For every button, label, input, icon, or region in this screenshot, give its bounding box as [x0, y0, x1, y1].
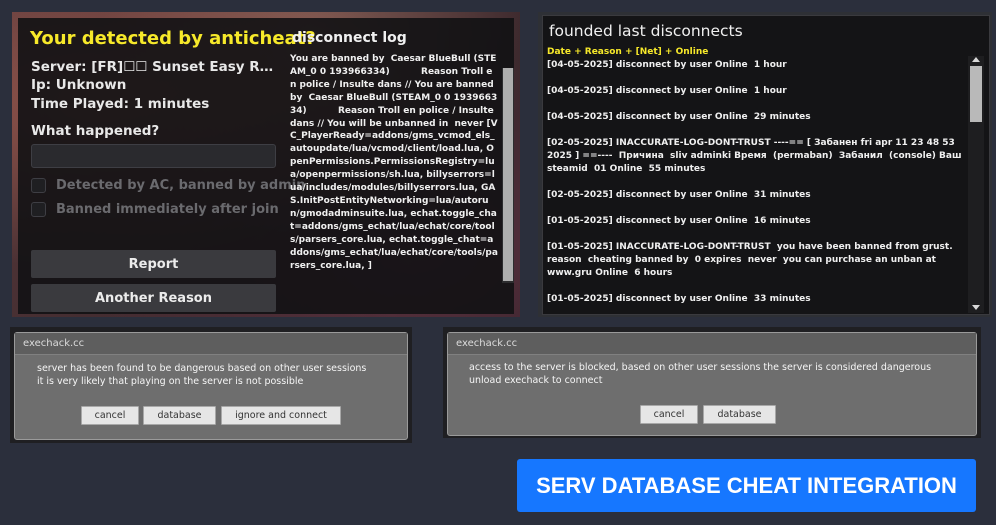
disconnect-log-text: You are banned by Caesar BlueBull (STEAM… — [290, 54, 498, 271]
dialog-left-message: server has been found to be dangerous ba… — [37, 363, 367, 387]
option-banned-label: Banned immediately after join — [56, 202, 279, 217]
disconnects-scroll-thumb[interactable] — [970, 66, 982, 122]
time-played-info: Time Played: 1 minutes — [31, 96, 210, 112]
dialog-left: exechack.cc server has been found to be … — [14, 332, 408, 440]
disconnect-log-scrollbar[interactable] — [502, 68, 514, 283]
ip-info: Ip: Unknown — [31, 77, 127, 93]
detection-overlay: Your detected by anticheat? Server: [FR]… — [18, 18, 514, 314]
option-detected-row[interactable]: Detected by AC, banned by admin — [31, 178, 305, 193]
dialog-left-frame: exechack.cc server has been found to be … — [10, 327, 412, 443]
serv-database-cheat-integration-button[interactable]: SERV DATABASE CHEAT INTEGRATION — [517, 459, 976, 512]
report-button[interactable]: Report — [31, 250, 276, 278]
another-reason-button[interactable]: Another Reason — [31, 284, 276, 312]
disconnect-log-scroll-thumb[interactable] — [503, 68, 513, 281]
disconnects-box: founded last disconnects Date + Reason +… — [542, 15, 990, 315]
disconnect-log[interactable]: You are banned by Caesar BlueBull (STEAM… — [290, 53, 498, 311]
cancel-button[interactable]: cancel — [640, 405, 698, 424]
disconnect-entry: [02-05-2025] disconnect by user Online 3… — [547, 190, 811, 200]
cancel-button[interactable]: cancel — [81, 406, 139, 425]
disconnect-entry: [04-05-2025] disconnect by user Online 2… — [547, 112, 811, 122]
disconnect-entry: [04-05-2025] disconnect by user Online 1… — [547, 60, 787, 70]
disconnects-list[interactable]: Date + Reason + [Net] + Online [04-05-20… — [547, 46, 965, 308]
disconnect-entry: [01-05-2025] INACCURATE-LOG-DONT-TRUST y… — [547, 242, 956, 278]
dialog-right: exechack.cc access to the server is bloc… — [447, 332, 977, 436]
what-happened-label: What happened? — [31, 123, 160, 139]
detection-title: Your detected by anticheat? — [30, 28, 316, 49]
dialog-right-frame: exechack.cc access to the server is bloc… — [443, 327, 981, 438]
disconnects-panel: founded last disconnects Date + Reason +… — [538, 12, 992, 317]
disconnects-scrollbar[interactable] — [968, 56, 984, 313]
disconnect-entry: [04-05-2025] disconnect by user Online 1… — [547, 86, 787, 96]
disconnects-title: founded last disconnects — [549, 22, 743, 40]
ignore-and-connect-button[interactable]: ignore and connect — [221, 406, 341, 425]
disconnect-entry: [01-05-2025] disconnect by user Online 3… — [547, 294, 811, 304]
scroll-up-arrow-icon[interactable] — [972, 57, 980, 62]
what-happened-input[interactable] — [31, 144, 276, 168]
disconnect-entry: [02-05-2025] INACCURATE-LOG-DONT-TRUST -… — [547, 138, 965, 174]
server-info: Server: [FR]☐☐ Sunset Easy RP ✨ L... — [31, 59, 281, 75]
dialog-right-title: exechack.cc — [448, 333, 976, 355]
database-button[interactable]: database — [143, 406, 216, 425]
option-banned-checkbox[interactable] — [31, 202, 46, 217]
option-banned-row[interactable]: Banned immediately after join — [31, 202, 279, 217]
disconnect-log-title: disconnect log — [292, 30, 407, 46]
disconnect-entry: [01-05-2025] disconnect by user Online 1… — [547, 216, 811, 226]
option-detected-label: Detected by AC, banned by admin — [56, 178, 306, 193]
scroll-down-arrow-icon[interactable] — [972, 305, 980, 310]
dialog-right-message: access to the server is blocked, based o… — [469, 362, 932, 386]
detection-panel: Your detected by anticheat? Server: [FR]… — [12, 12, 520, 317]
dialog-left-title: exechack.cc — [15, 333, 407, 355]
database-button[interactable]: database — [703, 405, 776, 424]
disconnects-header: Date + Reason + [Net] + Online — [547, 47, 709, 57]
option-detected-checkbox[interactable] — [31, 178, 46, 193]
